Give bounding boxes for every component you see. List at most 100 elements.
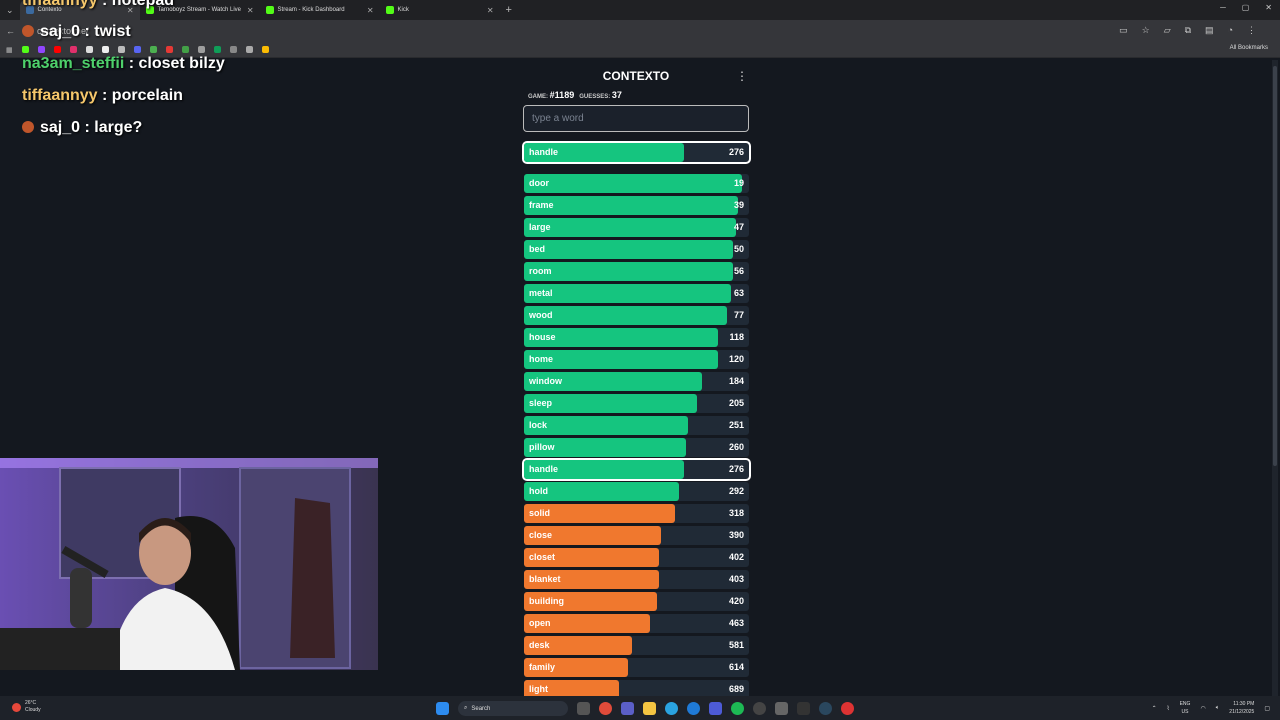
guess-row: window 184 [524,372,749,391]
new-tab-button[interactable]: + [500,4,518,16]
guess-word: family [529,662,556,672]
chat-message: tiffaannyy : notepad [22,0,174,10]
guess-distance: 19 [733,178,744,188]
bookmark-grid-icon[interactable] [117,46,125,53]
sidebar-icon[interactable]: ▤ [1205,25,1214,36]
guess-row: house 118 [524,328,749,347]
tray-chevron-icon[interactable]: ⌃ [1152,705,1157,712]
edge-icon[interactable] [687,702,700,715]
clock[interactable]: 11:30 PM 21/12/2025 [1229,700,1254,716]
tab-kick-dashboard[interactable]: Stream - Kick Dashboard ✕ [260,0,380,20]
bookmark-chrome-icon[interactable] [149,46,157,53]
chat-separator: : [80,23,95,40]
bookmark-apps-icon[interactable] [197,46,205,53]
bookmark-drive-icon[interactable] [261,46,269,53]
bookmark-x-icon[interactable] [85,46,93,53]
steam-icon[interactable] [819,702,832,715]
bookmark-twitch-icon[interactable] [37,46,45,53]
guess-distance: 63 [733,288,744,298]
weather-temp: 26°C [25,700,37,706]
bookmark-youtube-icon[interactable] [53,46,61,53]
profile-icon[interactable]: ◔ [1228,25,1233,36]
telegram-icon[interactable] [665,702,678,715]
bookmark-discord-icon[interactable] [133,46,141,53]
app-icon[interactable] [709,702,722,715]
recorder-icon[interactable] [841,702,854,715]
maximize-icon[interactable]: ▢ [1242,3,1250,12]
weather-widget[interactable]: 26°C Cloudy [12,700,41,714]
close-window-icon[interactable]: ✕ [1265,3,1272,12]
guess-row: hold 292 [524,482,749,501]
language-indicator[interactable]: ENG US [1180,700,1191,716]
guess-distance: 292 [728,486,744,496]
tab-search-icon[interactable]: ⌄ [0,5,20,16]
bookmark-link-icon[interactable] [245,46,253,53]
back-icon[interactable]: ← [6,26,15,36]
guess-word: home [529,354,554,364]
close-tab-icon[interactable]: ✕ [367,6,374,15]
bookmark-star-icon[interactable]: ☆ [1142,25,1150,36]
bookmark-instagram-icon[interactable] [69,46,77,53]
calculator-icon[interactable] [775,702,788,715]
chat-separator: : [80,119,95,136]
wifi-icon[interactable]: ◠ [1200,705,1205,712]
guess-distance: 205 [728,398,744,408]
bookmark-tiktok-icon[interactable] [101,46,109,53]
close-tab-icon[interactable]: ✕ [487,6,494,15]
extension-icon[interactable]: ▱ [1164,25,1171,36]
bookmark-red-icon[interactable] [165,46,173,53]
guess-distance: 420 [728,596,744,606]
tab-kick[interactable]: Kick ✕ [380,0,500,20]
chat-message: na3am_steffii : closet bilzy [22,55,225,73]
windows-start-icon[interactable] [436,702,449,715]
guess-distance: 120 [728,354,744,364]
cast-icon[interactable]: ▭ [1119,25,1128,36]
taskbar-search-label: Search [471,705,491,712]
guess-word: building [529,596,564,606]
page-scrollbar[interactable] [1272,60,1278,696]
kick-favicon-icon [265,6,274,14]
task-view-icon[interactable] [577,702,590,715]
bookmark-kick-icon[interactable] [21,46,29,53]
file-explorer-icon[interactable] [643,702,656,715]
chat-username: tiffaannyy [22,87,98,104]
puzzle-icon[interactable]: ⧉ [1185,25,1191,36]
bookmark-green-icon[interactable] [181,46,189,53]
chat-badge-icon [22,121,34,133]
spotify-icon[interactable] [731,702,744,715]
guess-distance: 403 [728,574,744,584]
obs-icon[interactable] [753,702,766,715]
scrollbar-thumb[interactable] [1273,66,1277,466]
guess-distance: 276 [728,464,744,474]
guess-row: solid 318 [524,504,749,523]
taskbar-search[interactable]: ⌕ Search [458,701,568,716]
guess-row: room 56 [524,262,749,281]
terminal-icon[interactable] [797,702,810,715]
guess-bar [524,218,736,237]
taskbar-apps: ⌕ Search [436,701,854,716]
notifications-icon[interactable]: ▢ [1264,705,1270,712]
address-bar-actions: ▭ ☆ ▱ ⧉ ▤ ◔ ⋮ [1119,25,1256,36]
volume-icon[interactable]: 🔈︎ [1216,705,1220,712]
browser-tab-bar: ⌄ Contexto ✕ Tarnoboyz Stream - Watch Li… [0,0,1280,20]
minimize-icon[interactable]: ─ [1220,3,1226,12]
guess-distance: 260 [728,442,744,452]
guess-row: handle 276 [522,458,751,481]
guess-row: building 420 [524,592,749,611]
close-tab-icon[interactable]: ✕ [247,6,254,15]
chrome-icon[interactable] [599,702,612,715]
menu-icon[interactable]: ⋮ [1247,25,1256,36]
teams-icon[interactable] [621,702,634,715]
apps-icon[interactable]: ▦ [6,46,13,54]
all-bookmarks-link[interactable]: All Bookmarks [1230,45,1268,51]
word-input[interactable] [523,105,749,132]
bookmark-sheets-icon[interactable] [213,46,221,53]
chat-separator: : [97,87,112,104]
guess-row: frame 39 [524,196,749,215]
network-icon[interactable]: ⌇ [1167,705,1170,712]
guess-bar [524,196,738,215]
guess-bar [524,284,731,303]
address-bar: ← contexto.me/ ▭ ☆ ▱ ⧉ ▤ ◔ ⋮ [0,20,1280,42]
game-menu-icon[interactable]: ⋮ [736,69,748,83]
bookmark-gear-icon[interactable] [229,46,237,53]
